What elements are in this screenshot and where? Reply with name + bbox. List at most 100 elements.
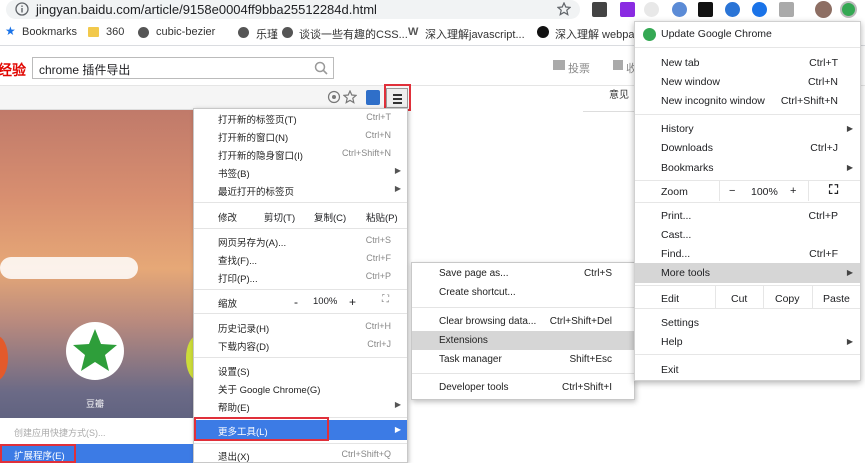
cast-item[interactable]: Cast... (661, 229, 691, 241)
extension-jb-icon[interactable] (698, 2, 713, 17)
bookmark-item[interactable]: cubic-bezier (156, 26, 215, 38)
qr-icon[interactable] (592, 2, 607, 17)
menu-item: Developer tools (439, 382, 509, 393)
url-text: jingyan.baidu.com/article/9158e0004ff9bb… (36, 2, 377, 17)
downloads-item[interactable]: Downloads (661, 142, 713, 154)
menu-item: 书签(B) (218, 169, 250, 180)
menu-item: 打开新的标签页(T) (218, 115, 297, 126)
menu-item: Save page as... (439, 268, 509, 279)
shortcut: Ctrl+N (365, 130, 391, 140)
github-icon (537, 26, 549, 38)
globe-icon (138, 27, 149, 38)
bookmark-item[interactable]: 深入理解 webpac (555, 26, 640, 42)
feedback-link[interactable]: 意见 (609, 86, 629, 101)
chinese-chrome-menu: 打开新的标签页(T) Ctrl+T 打开新的窗口(N) Ctrl+N 打开新的隐… (193, 108, 408, 463)
zoom-label: Zoom (661, 186, 688, 198)
shortcut: Ctrl+Shift+N (341, 148, 391, 158)
shortcut: Shift+Esc (569, 354, 612, 365)
shortcut: Ctrl+Shift+N (780, 95, 838, 107)
newtab-search-box (0, 257, 138, 279)
avatar[interactable] (815, 1, 832, 18)
download-icon[interactable] (752, 2, 767, 17)
extension-a-icon[interactable] (725, 2, 740, 17)
submenu-arrow-icon: ▶ (394, 425, 401, 434)
more-tools-item[interactable]: More tools ▶ (635, 263, 860, 283)
shortcut: Ctrl+P (808, 210, 838, 222)
bookmark-item[interactable]: 深入理解javascript... (425, 26, 525, 42)
vote-link[interactable]: 投票 (568, 60, 590, 76)
cut-button[interactable]: Cut (731, 293, 747, 305)
help-item[interactable]: Help (661, 336, 683, 348)
extension-pp-icon[interactable] (620, 2, 635, 17)
search-input[interactable]: chrome 插件导出 (32, 57, 334, 79)
shortcut: Ctrl+T (366, 112, 391, 122)
zoom-minus: - (294, 295, 298, 309)
history-item[interactable]: History (661, 123, 694, 135)
address-bar[interactable]: jingyan.baidu.com/article/9158e0004ff9bb… (6, 0, 580, 19)
exit-item[interactable]: Exit (661, 364, 679, 376)
menu-item: 下载内容(D) (218, 342, 270, 353)
star-icon (343, 90, 357, 104)
search-value: chrome 插件导出 (39, 63, 131, 77)
menu-item-label: More tools (661, 267, 711, 279)
update-chrome-item[interactable]: Update Google Chrome (661, 28, 772, 40)
menu-fragment: 创建应用快捷方式(S)... (0, 418, 200, 444)
update-icon (643, 28, 656, 41)
highlight-box (0, 444, 76, 463)
shortcut: Ctrl+Shift+Q (341, 449, 391, 459)
copy-button[interactable]: Copy (775, 293, 800, 305)
divider (194, 313, 407, 314)
bookmark-item[interactable]: 谈谈一些有趣的CSS... (299, 26, 408, 42)
shortcut: Ctrl+H (365, 321, 391, 331)
submenu-arrow-icon: ▶ (846, 268, 853, 277)
shortcut: Ctrl+J (367, 339, 391, 349)
divider (635, 308, 860, 309)
settings-item[interactable]: Settings (661, 317, 699, 329)
menu-item: Task manager (439, 354, 502, 365)
new-window-item[interactable]: New window (661, 76, 720, 88)
target-icon (327, 90, 341, 104)
paste-button[interactable]: Paste (823, 293, 850, 305)
print-item[interactable]: Print... (661, 210, 691, 222)
zoom-plus: + (349, 295, 357, 309)
zoom-out-button[interactable]: − (729, 185, 735, 197)
info-icon[interactable] (15, 2, 29, 16)
paste-item: 粘贴(P) (366, 213, 398, 224)
submenu-arrow-icon: ▶ (846, 163, 853, 172)
highlight-box (384, 84, 411, 111)
extension-icon (366, 90, 380, 105)
submenu-arrow-icon: ▶ (846, 124, 853, 133)
zoom-in-button[interactable]: + (790, 185, 796, 197)
star-icon[interactable] (557, 2, 571, 16)
divider (194, 202, 407, 203)
find-item[interactable]: Find... (661, 248, 690, 260)
search-icon[interactable] (314, 61, 328, 75)
edit-label: Edit (661, 293, 680, 305)
bookmark-item[interactable]: 360 (106, 26, 124, 38)
new-incognito-item[interactable]: New incognito window (661, 95, 765, 107)
create-shortcut-item: 创建应用快捷方式(S)... (14, 428, 106, 438)
submenu-arrow-icon: ▶ (394, 184, 401, 193)
bookmarks-item[interactable]: Bookmarks (661, 162, 714, 174)
menu-item: 历史记录(H) (218, 324, 270, 335)
more-tools-submenu: Save page as... Ctrl+S Create shortcut..… (411, 262, 635, 400)
tile-douban (66, 322, 124, 380)
menu-item: Clear browsing data... (439, 316, 537, 327)
bookmark-item[interactable]: Bookmarks (22, 26, 77, 38)
shortcut: Ctrl+S (365, 235, 391, 245)
zoom-value: 100% (313, 296, 338, 307)
new-tab-item[interactable]: New tab (661, 57, 700, 69)
globe-icon (238, 27, 249, 38)
extension-bird-icon[interactable] (672, 2, 687, 17)
submenu-arrow-icon: ▶ (394, 400, 401, 409)
divider (194, 228, 407, 229)
menu-item: 网页另存为(A)... (218, 238, 287, 249)
extension-v-icon[interactable] (779, 2, 794, 17)
fullscreen-icon[interactable]: ⛶ (829, 182, 838, 198)
bookmark-icon (613, 60, 623, 70)
extension-ghost-icon[interactable] (644, 2, 659, 17)
bookmark-item[interactable]: 乐瑾 (256, 26, 278, 42)
divider (808, 181, 809, 201)
chrome-main-menu: Update Google Chrome New tab Ctrl+T New … (634, 21, 861, 381)
update-icon[interactable] (840, 1, 857, 18)
